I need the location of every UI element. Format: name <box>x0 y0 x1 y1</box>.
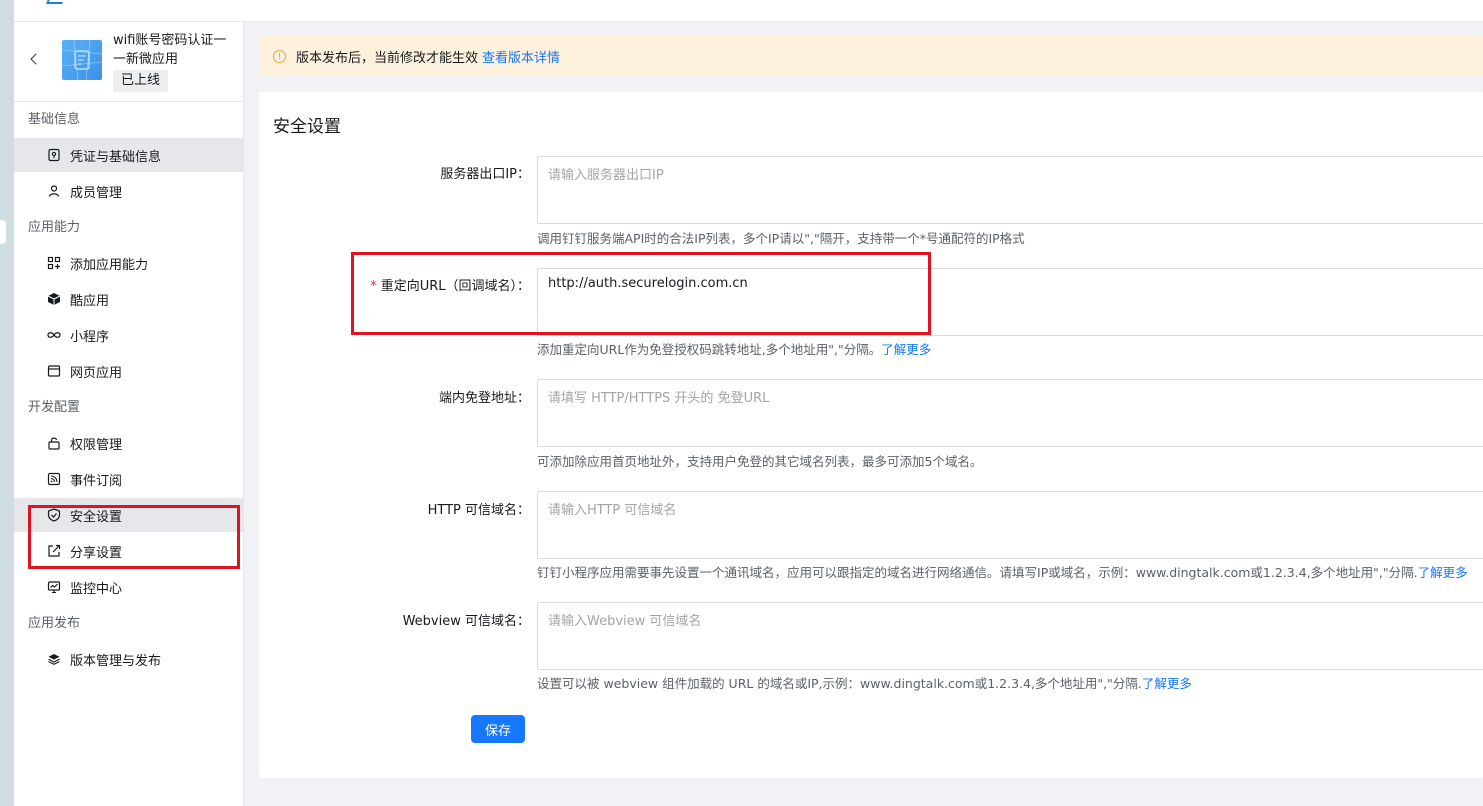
left-edge-strip <box>0 0 14 806</box>
sidebar-item-share-settings[interactable]: 分享设置 <box>14 534 243 568</box>
security-settings-card: 安全设置 服务器出口IP： 调用钉钉服务端API时的合法IP列表，多个IP请以"… <box>259 92 1483 778</box>
sidebar-item-label: 监控中心 <box>70 581 123 597</box>
learn-more-link[interactable]: 了解更多 <box>1418 565 1468 580</box>
sidebar-item-label: 添加应用能力 <box>70 257 149 273</box>
app-name: wifi账号密码认证一一新微应用 <box>113 33 227 67</box>
http-trusted-domain-label: HTTP 可信域名： <box>427 503 530 518</box>
sidebar-item-label: 网页应用 <box>70 365 123 381</box>
back-arrow-icon[interactable] <box>28 52 42 66</box>
collapse-tab[interactable] <box>0 220 6 244</box>
main-content: 版本发布后，当前修改才能生效 查看版本详情 安全设置 服务器出口IP： 调用钉钉… <box>244 22 1483 806</box>
browser-icon <box>47 364 61 378</box>
in-app-login-url-help: 可添加除应用首页地址外，支持用户免登的其它域名列表，最多可添加5个域名。 <box>537 454 983 469</box>
sidebar-item-label: 版本管理与发布 <box>70 653 162 669</box>
http-trusted-domain-input[interactable] <box>537 491 1483 559</box>
learn-more-link[interactable]: 了解更多 <box>881 342 931 357</box>
share-edit-icon <box>47 544 61 558</box>
lock-icon <box>47 436 61 450</box>
rss-icon <box>47 472 61 486</box>
cube-icon <box>47 292 61 306</box>
webview-trusted-domain-input[interactable] <box>537 602 1483 670</box>
notice-text: 版本发布后，当前修改才能生效 <box>296 50 479 66</box>
view-version-details-link[interactable]: 查看版本详情 <box>482 47 560 66</box>
sidebar-item-label: 分享设置 <box>70 545 123 561</box>
infinity-icon <box>47 328 61 342</box>
sidebar-item-cool-app[interactable]: 酷应用 <box>14 282 243 316</box>
release-notice-banner: 版本发布后，当前修改才能生效 查看版本详情 <box>259 36 1483 76</box>
sidebar-item-members[interactable]: 成员管理 <box>14 174 243 208</box>
nav-group-app-release: 应用发布 <box>28 616 81 631</box>
sidebar-item-label: 凭证与基础信息 <box>70 149 162 165</box>
warning-icon <box>273 49 286 63</box>
sidebar-item-event-subscription[interactable]: 事件订阅 <box>14 462 243 496</box>
sidebar-item-label: 事件订阅 <box>70 473 123 489</box>
save-button[interactable]: 保存 <box>471 715 525 743</box>
grid-plus-icon <box>47 256 61 270</box>
sidebar: wifi账号密码认证一一新微应用 已上线 基础信息 凭证与基础信息 成员管理 应… <box>14 22 244 806</box>
layers-icon <box>47 652 61 666</box>
nav-group-dev-config: 开发配置 <box>28 400 81 415</box>
sidebar-item-version-release[interactable]: 版本管理与发布 <box>14 642 243 676</box>
page-title: 安全设置 <box>273 117 341 137</box>
redirect-url-label: * 重定向URL（回调域名）： <box>370 279 530 294</box>
monitor-icon <box>47 580 61 594</box>
sidebar-item-add-capability[interactable]: 添加应用能力 <box>14 246 243 280</box>
logo-fragment-icon <box>46 0 66 4</box>
server-ip-label: 服务器出口IP： <box>440 167 530 182</box>
sidebar-item-permissions[interactable]: 权限管理 <box>14 426 243 460</box>
server-ip-help: 调用钉钉服务端API时的合法IP列表，多个IP请以","隔开，支持带一个*号通配… <box>537 231 1025 246</box>
app-logo-icon <box>62 40 102 80</box>
sidebar-nav: 基础信息 凭证与基础信息 成员管理 应用能力 添加应用能力 酷应用 小程序 网页… <box>14 102 243 678</box>
sidebar-item-label: 权限管理 <box>70 437 123 453</box>
in-app-login-url-label: 端内免登地址： <box>438 391 530 406</box>
in-app-login-url-input[interactable] <box>537 379 1483 447</box>
sidebar-item-label: 安全设置 <box>70 509 123 525</box>
app-status-badge: 已上线 <box>113 70 169 92</box>
nav-group-basic-info: 基础信息 <box>28 112 81 127</box>
sidebar-item-credentials[interactable]: 凭证与基础信息 <box>14 138 243 172</box>
learn-more-link[interactable]: 了解更多 <box>1142 676 1192 691</box>
redirect-url-help: 添加重定向URL作为免登授权码跳转地址,多个地址用","分隔。了解更多 <box>537 342 932 357</box>
user-icon <box>47 184 61 198</box>
sidebar-item-security[interactable]: 安全设置 <box>14 498 243 532</box>
sidebar-item-web-app[interactable]: 网页应用 <box>14 354 243 388</box>
app-header: wifi账号密码认证一一新微应用 已上线 <box>14 22 243 102</box>
sidebar-item-label: 小程序 <box>70 329 110 345</box>
sidebar-item-label: 酷应用 <box>70 293 110 309</box>
sidebar-item-mini-program[interactable]: 小程序 <box>14 318 243 352</box>
shield-icon <box>47 508 61 522</box>
http-trusted-domain-help: 钉钉小程序应用需要事先设置一个通讯域名，应用可以跟指定的域名进行网络通信。请填写… <box>537 565 1468 580</box>
redirect-url-input[interactable] <box>537 268 1483 336</box>
webview-trusted-domain-help: 设置可以被 webview 组件加载的 URL 的域名或IP,示例：www.di… <box>537 676 1192 691</box>
top-bar <box>14 0 1483 22</box>
nav-group-app-capabilities: 应用能力 <box>28 220 81 235</box>
sidebar-item-label: 成员管理 <box>70 185 123 201</box>
credential-icon <box>47 148 61 162</box>
server-ip-input[interactable] <box>537 156 1483 224</box>
webview-trusted-domain-label: Webview 可信域名： <box>402 614 530 629</box>
sidebar-item-monitoring[interactable]: 监控中心 <box>14 570 243 604</box>
